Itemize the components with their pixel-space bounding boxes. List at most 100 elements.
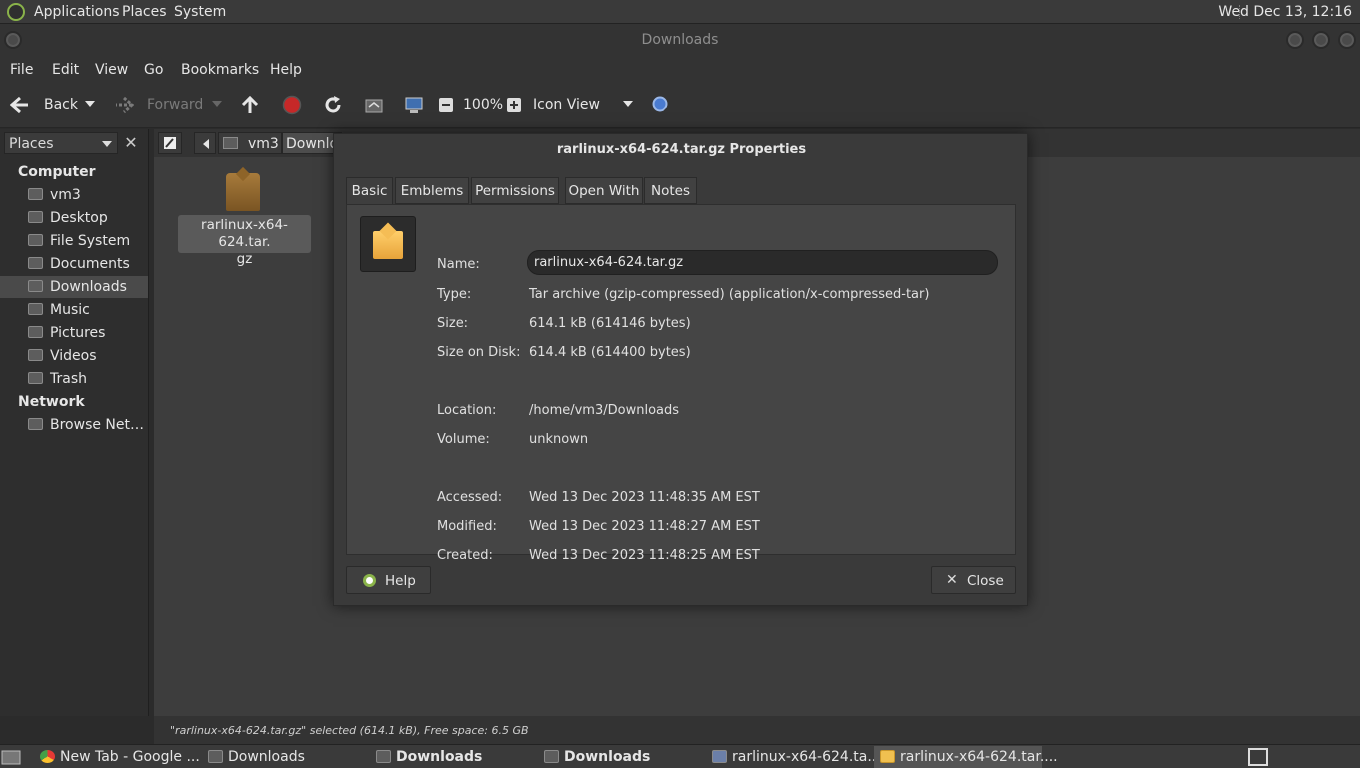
sidebar-item-music[interactable]: Music: [0, 299, 148, 321]
system-menu[interactable]: System: [174, 4, 226, 20]
sidebar-item-trash[interactable]: Trash: [0, 368, 148, 390]
sidebar-item-label: Desktop: [50, 210, 108, 226]
sidebar-item-label: Music: [50, 302, 90, 318]
drive-icon: [28, 234, 43, 246]
computer-icon[interactable]: [404, 95, 424, 115]
taskbar-item-properties[interactable]: rarlinux-x64-624.tar....: [874, 746, 1058, 768]
close-window-button[interactable]: [1338, 31, 1356, 49]
taskbar-item-label: New Tab - Google ...: [60, 749, 200, 765]
help-button[interactable]: Help: [346, 566, 431, 594]
home-folder-icon: [223, 137, 238, 149]
status-text: "rarlinux-x64-624.tar.gz" selected (614.…: [170, 724, 529, 737]
file-name-label: rarlinux-x64-624.tar. gz: [178, 215, 311, 267]
places-menu[interactable]: Places: [122, 4, 167, 20]
forward-history-dropdown-icon[interactable]: [210, 97, 224, 111]
close-button[interactable]: ✕ Close: [931, 566, 1016, 594]
sidebar-item-pictures[interactable]: Pictures: [0, 322, 148, 344]
menu-edit[interactable]: Edit: [52, 62, 79, 78]
network-icon: [28, 418, 43, 430]
back-history-dropdown-icon[interactable]: [83, 97, 97, 111]
sidebar-item-documents[interactable]: Documents: [0, 253, 148, 275]
taskbar-item-label: Downloads: [396, 749, 483, 765]
tab-label: Basic: [351, 183, 388, 199]
tab-label: Emblems: [400, 183, 464, 199]
menu-bookmarks[interactable]: Bookmarks: [181, 62, 259, 78]
home-folder-icon: [28, 188, 43, 200]
menu-go[interactable]: Go: [144, 62, 163, 78]
view-mode-select[interactable]: Icon View: [533, 97, 600, 113]
zoom-in-icon[interactable]: [506, 95, 522, 115]
workspace-switcher[interactable]: [1248, 748, 1268, 766]
view-mode-dropdown-icon[interactable]: [621, 97, 635, 111]
taskbar-item-label: Downloads: [228, 749, 305, 765]
applications-menu[interactable]: Applications: [34, 4, 120, 20]
sidebar-item-vm3[interactable]: vm3: [0, 184, 148, 206]
menu-view[interactable]: View: [95, 62, 128, 78]
toggle-location-entry-button[interactable]: [158, 132, 182, 154]
sidebar-item-label: Pictures: [50, 325, 106, 341]
dialog-title: rarlinux-x64-624.tar.gz Properties: [556, 142, 807, 157]
stop-icon[interactable]: [282, 95, 302, 115]
chevron-left-icon: [203, 139, 209, 149]
sidebar-mode-select[interactable]: Places: [4, 132, 118, 154]
sidebar-item-file-system[interactable]: File System: [0, 230, 148, 252]
taskbar-item-downloads-1[interactable]: Downloads: [202, 746, 366, 768]
sidebar-header-computer: Computer: [18, 164, 96, 180]
taskbar-item-chrome[interactable]: New Tab - Google ...: [34, 746, 200, 768]
reload-icon[interactable]: [323, 95, 343, 115]
breadcrumb-vm3[interactable]: vm3: [218, 132, 282, 154]
back-button[interactable]: Back: [44, 97, 78, 113]
file-icon-button[interactable]: [360, 216, 416, 272]
gnome-logo-icon[interactable]: [7, 3, 25, 21]
zoom-out-icon[interactable]: [438, 95, 454, 115]
close-sidebar-icon[interactable]: ✕: [122, 134, 140, 152]
show-desktop-icon[interactable]: [0, 748, 22, 766]
volume-value: unknown: [529, 432, 589, 447]
help-lifebuoy-icon: [363, 574, 376, 587]
taskbar-item-downloads-2[interactable]: Downloads: [370, 746, 534, 768]
size-value: 614.1 kB (614146 bytes): [529, 316, 691, 331]
maximize-button[interactable]: [1312, 31, 1330, 49]
sidebar-item-desktop[interactable]: Desktop: [0, 207, 148, 229]
zoom-level[interactable]: 100%: [463, 97, 503, 113]
tab-basic[interactable]: Basic: [346, 177, 393, 204]
home-folder-icon[interactable]: [364, 95, 384, 115]
tab-permissions[interactable]: Permissions: [471, 177, 559, 204]
window-titlebar[interactable]: Downloads: [0, 24, 1360, 56]
size-on-disk-value: 614.4 kB (614400 bytes): [529, 345, 691, 360]
type-label: Type:: [437, 287, 472, 302]
modified-label: Modified:: [437, 519, 497, 534]
path-scroll-left-button[interactable]: [194, 132, 216, 154]
accessed-label: Accessed:: [437, 490, 503, 505]
name-field[interactable]: [527, 250, 998, 275]
tab-emblems[interactable]: Emblems: [395, 177, 469, 204]
menu-help[interactable]: Help: [270, 62, 302, 78]
file-icon-item[interactable]: rarlinux-x64-624.tar. gz: [178, 170, 311, 267]
minimize-button[interactable]: [1286, 31, 1304, 49]
taskbar-item-downloads-3[interactable]: Downloads: [538, 746, 702, 768]
clock[interactable]: Wed Dec 13, 12:16: [1218, 4, 1352, 20]
toolbar: Back Forward 100% Icon View: [0, 84, 1360, 128]
sidebar-item-downloads[interactable]: Downloads: [0, 276, 148, 298]
tab-open-with[interactable]: Open With: [565, 177, 643, 204]
up-arrow-icon[interactable]: [240, 95, 260, 115]
forward-arrow-icon[interactable]: [114, 95, 134, 115]
tab-label: Permissions: [475, 183, 555, 199]
trash-icon: [28, 372, 43, 384]
sidebar-item-videos[interactable]: Videos: [0, 345, 148, 367]
sidebar-item-browse-network[interactable]: Browse Net…: [0, 414, 148, 436]
sidebar-item-label: File System: [50, 233, 131, 249]
search-icon[interactable]: [651, 95, 673, 117]
archive-manager-icon: [712, 750, 727, 763]
breadcrumb-label: Downlo: [286, 136, 339, 152]
sidebar-item-label: Videos: [50, 348, 97, 364]
taskbar-item-archive[interactable]: rarlinux-x64-624.ta...: [706, 746, 881, 768]
menu-file[interactable]: File: [10, 62, 33, 78]
forward-button[interactable]: Forward: [147, 97, 203, 113]
tab-notes[interactable]: Notes: [644, 177, 697, 204]
created-value: Wed 13 Dec 2023 11:48:25 AM EST: [529, 548, 760, 563]
statusbar: "rarlinux-x64-624.tar.gz" selected (614.…: [154, 716, 1360, 744]
volume-label: Volume:: [437, 432, 490, 447]
close-button-label: Close: [967, 573, 1004, 589]
back-arrow-icon[interactable]: [10, 95, 30, 115]
